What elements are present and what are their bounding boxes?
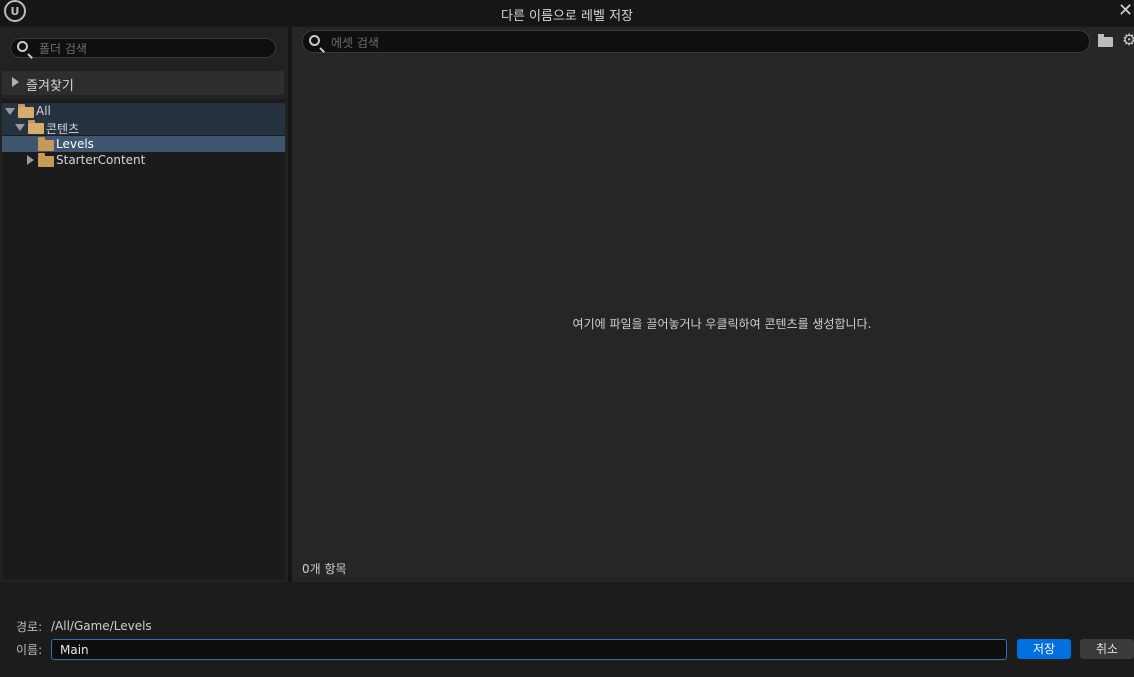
tree-item-startercontent[interactable]: StarterContent [2,152,285,168]
folder-tree: All 콘텐츠 Levels StarterContent [2,99,285,579]
window-title: 다른 이름으로 레벨 저장 [501,9,633,24]
tree-label-levels: Levels [56,137,94,151]
name-input[interactable] [51,639,1007,660]
close-icon[interactable]: ✕ [1118,1,1134,23]
bottom-bar [0,582,1134,677]
gear-icon[interactable]: ⚙ [1122,32,1134,48]
chevron-down-icon[interactable] [15,124,25,131]
asset-panel[interactable] [292,27,1134,582]
item-count: 0개 항목 [302,562,347,576]
chevron-right-icon[interactable] [27,155,34,165]
tree-label-all: All [36,104,51,118]
folder-open-icon [18,104,34,118]
favorites-header[interactable]: 즐겨찾기 [2,71,284,95]
folder-search-input[interactable] [37,39,271,59]
search-icon [309,35,320,46]
asset-search-box[interactable] [302,30,1090,53]
tree-item-content[interactable]: 콘텐츠 [2,119,285,136]
tree-item-all[interactable]: All [2,103,285,119]
search-icon [17,41,28,52]
folder-icon[interactable] [1098,34,1113,47]
path-label: 경로: [16,620,43,634]
favorites-label: 즐겨찾기 [26,79,74,94]
empty-content-message: 여기에 파일을 끌어놓거나 우클릭하여 콘텐츠를 생성합니다. [572,317,872,331]
chevron-down-icon[interactable] [5,108,15,115]
path-value: /All/Game/Levels [51,619,152,633]
cancel-button[interactable]: 취소 [1080,639,1134,659]
asset-search-input[interactable] [329,33,1073,53]
folder-search-box[interactable] [10,38,276,59]
tree-label-content: 콘텐츠 [46,122,80,136]
folder-open-icon [28,120,44,134]
chevron-right-icon[interactable] [12,77,19,87]
folder-icon [38,153,54,167]
tree-label-startercontent: StarterContent [56,153,146,167]
save-button[interactable]: 저장 [1017,639,1071,659]
folder-icon [38,137,54,151]
name-label: 이름: [16,643,43,657]
tree-item-levels[interactable]: Levels [2,136,285,152]
